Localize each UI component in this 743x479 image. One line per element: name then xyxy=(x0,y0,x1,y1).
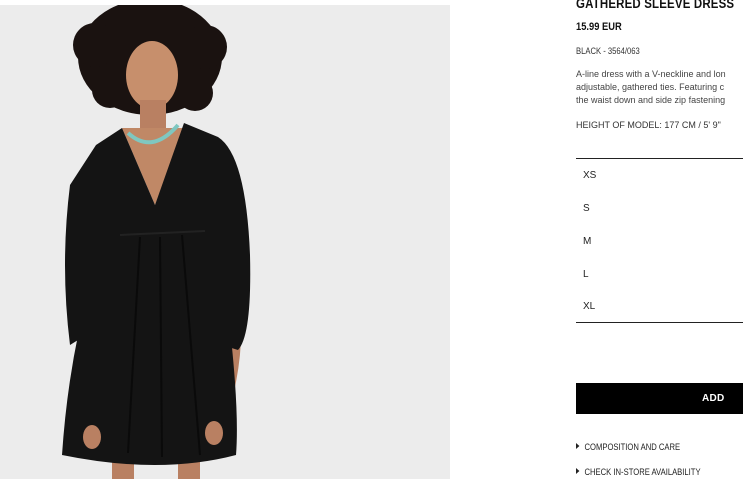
product-description: A-line dress with a V-neckline and lon a… xyxy=(576,69,726,105)
product-color-reference: BLACK - 3564/063 xyxy=(576,46,640,56)
product-info-panel: GATHERED SLEEVE DRESS 15.99 EUR BLACK - … xyxy=(576,0,743,479)
size-option-l[interactable]: L xyxy=(576,258,743,291)
store-availability-label: CHECK IN-STORE AVAILABILITY xyxy=(584,467,701,477)
product-price: 15.99 EUR xyxy=(576,21,622,33)
size-option-xs[interactable]: XS xyxy=(576,159,743,192)
product-title: GATHERED SLEEVE DRESS xyxy=(576,0,735,11)
caret-right-icon xyxy=(576,468,580,474)
check-store-availability-link[interactable]: CHECK IN-STORE AVAILABILITY xyxy=(576,467,701,477)
size-option-xl[interactable]: XL xyxy=(576,291,743,322)
composition-label: COMPOSITION AND CARE xyxy=(584,442,681,452)
size-option-m[interactable]: M xyxy=(576,225,743,258)
product-photo[interactable] xyxy=(0,5,450,479)
size-option-s[interactable]: S xyxy=(576,192,743,225)
composition-and-care-link[interactable]: COMPOSITION AND CARE xyxy=(576,442,680,452)
size-selector: XS S M L XL xyxy=(576,158,743,323)
model-height: HEIGHT OF MODEL: 177 CM / 5' 9" xyxy=(576,120,721,130)
add-to-cart-button[interactable]: ADD xyxy=(576,383,743,414)
product-page: GATHERED SLEEVE DRESS 15.99 EUR BLACK - … xyxy=(0,0,743,479)
caret-right-icon xyxy=(576,443,580,449)
model-illustration xyxy=(0,5,450,479)
